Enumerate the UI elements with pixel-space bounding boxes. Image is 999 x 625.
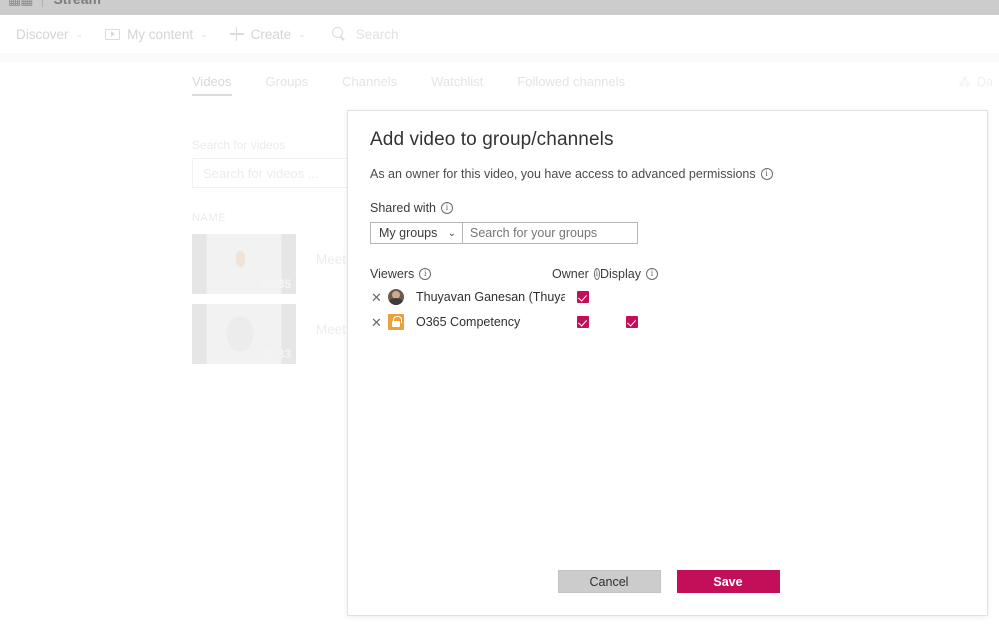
viewer-name: Thuyavan Ganesan (Thuyav... [416, 290, 565, 304]
display-checkbox[interactable] [626, 316, 638, 328]
column-header-owner-label: Owner [552, 267, 589, 281]
save-button[interactable]: Save [676, 570, 780, 593]
shared-with-label: Shared with i [370, 201, 965, 215]
dialog-title: Add video to group/channels [370, 129, 614, 150]
group-search-input[interactable]: Search for your groups [463, 222, 638, 244]
video-duration: 00:33 [260, 347, 291, 361]
info-icon[interactable]: i [760, 168, 773, 180]
video-thumbnail[interactable]: 00:35 [192, 234, 296, 294]
app-title: Stream [53, 0, 100, 7]
chevron-down-icon: ⌄ [298, 28, 306, 39]
shared-with-dropdown[interactable]: My groups ⌄ [370, 222, 463, 244]
group-icon-wrap [383, 314, 409, 330]
plus-icon [229, 27, 244, 41]
owner-checkbox[interactable] [577, 291, 589, 303]
chevron-down-icon: ⌄ [200, 28, 208, 39]
tab-videos[interactable]: Videos [192, 62, 248, 102]
dialog-subtitle: As an owner for this video, you have acc… [370, 167, 965, 181]
viewers-table-header: Viewers i Owner i Display i [370, 267, 965, 281]
shared-with-label-text: Shared with [370, 201, 437, 215]
search-videos-placeholder: Search for videos ... [203, 165, 319, 181]
tab-channels[interactable]: Channels [342, 62, 413, 102]
nav-item-label: My content [127, 26, 194, 42]
video-rect-icon [105, 28, 121, 40]
cancel-button[interactable]: Cancel [557, 570, 661, 593]
chevron-down-icon: ⌄ [75, 28, 84, 39]
top-navbar: Discover ⌄ My content ⌄ Create ⌄ Search [0, 15, 999, 53]
nav-item-label: Create [250, 26, 292, 42]
waffle-icon[interactable]: ▦▦ [8, 0, 33, 6]
group-search-placeholder: Search for your groups [470, 226, 598, 240]
nav-item-create[interactable]: Create ⌄ [220, 21, 316, 48]
nav-item-label: Discover [16, 26, 69, 42]
tabstrip-filter-label: Da [977, 74, 993, 89]
office-suite-bar: ▦▦ Stream [0, 0, 999, 15]
shared-with-row: My groups ⌄ Search for your groups [370, 222, 965, 244]
dialog-subtitle-text: As an owner for this video, you have acc… [370, 167, 756, 181]
chevron-down-icon: ⌄ [447, 227, 456, 239]
video-thumbnail[interactable]: 00:33 [192, 304, 296, 364]
avatar-icon [388, 289, 404, 305]
tab-followed-channels[interactable]: Followed channels [517, 62, 641, 102]
nav-item-my-content[interactable]: My content ⌄ [95, 21, 218, 48]
owner-checkbox[interactable] [577, 316, 589, 328]
owner-checkbox-cell [565, 291, 613, 303]
dialog-footer: Cancel Save [348, 570, 989, 593]
lock-icon [388, 314, 404, 330]
display-checkbox[interactable] [626, 291, 638, 303]
nav-item-discover[interactable]: Discover ⌄ [6, 21, 93, 48]
tab-watchlist[interactable]: Watchlist [431, 62, 499, 102]
suite-divider [42, 0, 44, 7]
viewer-name: O365 Competency [416, 315, 521, 329]
column-header-viewers: Viewers i [370, 267, 552, 281]
column-header-viewers-label: Viewers [370, 267, 415, 281]
search-input[interactable]: Search [356, 27, 399, 42]
add-video-to-group-dialog: Add video to group/channels As an owner … [347, 110, 988, 616]
app-root: ▦▦ Stream Discover ⌄ My content ⌄ Create… [0, 0, 999, 625]
remove-viewer-button[interactable]: ✕ [370, 316, 383, 329]
column-header-owner: Owner i [552, 267, 600, 281]
content-tabstrip: Videos Groups Channels Watchlist Followe… [0, 62, 999, 108]
owner-checkbox-cell [565, 316, 613, 328]
display-checkbox-cell [613, 291, 661, 303]
info-icon[interactable]: i [441, 202, 454, 214]
thumbnail-subject [227, 317, 254, 352]
column-header-display-label: Display [600, 267, 641, 281]
search-icon[interactable] [331, 27, 346, 41]
remove-viewer-button[interactable]: ✕ [370, 291, 383, 304]
tabstrip-filter[interactable]: ⁂ Da [958, 74, 993, 90]
filter-icon: ⁂ [958, 75, 972, 89]
shared-with-dropdown-value: My groups [379, 226, 438, 240]
video-duration: 00:35 [260, 277, 291, 291]
info-icon[interactable]: i [646, 268, 658, 280]
column-header-display: Display i [600, 267, 658, 281]
display-checkbox-cell [613, 316, 661, 328]
avatar [383, 289, 409, 305]
thumbnail-subject [235, 250, 245, 267]
viewer-row: ✕ O365 Competency [370, 313, 965, 331]
nav-separator [0, 53, 999, 62]
tab-groups[interactable]: Groups [266, 62, 325, 102]
viewer-row: ✕ Thuyavan Ganesan (Thuyav... [370, 288, 965, 306]
info-icon[interactable]: i [419, 268, 432, 280]
